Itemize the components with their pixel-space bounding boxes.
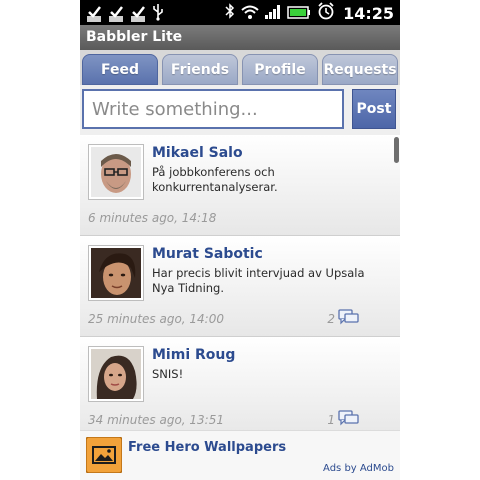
comments-link[interactable]: 1 (327, 410, 360, 429)
compose-area: Post (80, 85, 400, 135)
tab-bar: Feed Friends Profile Requests (80, 50, 400, 85)
usb-icon (152, 3, 164, 25)
post-text: SNIS! (152, 367, 184, 381)
feed-item[interactable]: Murat Sabotic Har precis blivit intervju… (80, 236, 400, 337)
tab-friends[interactable]: Friends (162, 54, 238, 85)
tab-label: Requests (323, 61, 397, 78)
tab-label: Profile (254, 61, 306, 78)
status-time: 14:25 (343, 3, 394, 23)
check-notification-icon (86, 5, 102, 23)
feed-list[interactable]: Mikael Salo På jobbkonferens och konkurr… (80, 135, 400, 430)
tab-requests[interactable]: Requests (322, 54, 398, 85)
app-title-bar: Babbler Lite (80, 25, 400, 50)
alarm-icon (317, 2, 335, 24)
post-author[interactable]: Mikael Salo (152, 145, 243, 161)
post-author[interactable]: Murat Sabotic (152, 246, 263, 262)
tab-label: Friends (170, 61, 230, 78)
post-button-label: Post (356, 101, 392, 117)
phone-screen: 14:25 Babbler Lite Feed Friends Profile … (80, 0, 400, 480)
comments-link[interactable]: 2 (327, 309, 360, 328)
compose-input[interactable] (82, 89, 344, 129)
check-notification-icon (130, 5, 146, 23)
feed-item[interactable]: Mimi Roug SNIS! 34 minutes ago, 13:51 1 (80, 337, 400, 430)
comment-bubbles-icon (338, 309, 360, 328)
comment-bubbles-icon (338, 410, 360, 429)
ad-title[interactable]: Free Hero Wallpapers (128, 440, 286, 455)
avatar[interactable] (88, 144, 144, 200)
comment-count: 1 (327, 412, 335, 427)
post-timestamp: 25 minutes ago, 14:00 (88, 312, 224, 326)
check-notification-icon (108, 5, 124, 23)
post-text: Har precis blivit intervjuad av Upsala N… (152, 266, 365, 295)
post-text: På jobbkonferens och konkurrentanalysera… (152, 165, 278, 194)
wifi-icon (241, 4, 259, 23)
tab-feed[interactable]: Feed (82, 54, 158, 85)
signal-icon (265, 4, 281, 23)
wallpaper-icon[interactable] (85, 436, 123, 474)
tab-label: Feed (100, 61, 139, 78)
bluetooth-icon (225, 3, 235, 23)
avatar[interactable] (88, 346, 144, 402)
status-bar: 14:25 (80, 0, 400, 25)
tab-profile[interactable]: Profile (242, 54, 318, 85)
ad-attribution[interactable]: Ads by AdMob (323, 463, 394, 474)
feed-scrollbar[interactable] (394, 137, 399, 163)
battery-icon (287, 4, 311, 23)
feed-item[interactable]: Mikael Salo På jobbkonferens och konkurr… (80, 135, 400, 236)
comment-count: 2 (327, 311, 335, 326)
ad-banner[interactable]: Free Hero Wallpapers Ads by AdMob (80, 430, 400, 480)
post-timestamp: 6 minutes ago, 14:18 (88, 211, 217, 225)
post-author[interactable]: Mimi Roug (152, 347, 235, 363)
post-timestamp: 34 minutes ago, 13:51 (88, 413, 224, 427)
avatar[interactable] (88, 245, 144, 301)
post-button[interactable]: Post (352, 89, 396, 129)
app-title: Babbler Lite (86, 29, 183, 45)
